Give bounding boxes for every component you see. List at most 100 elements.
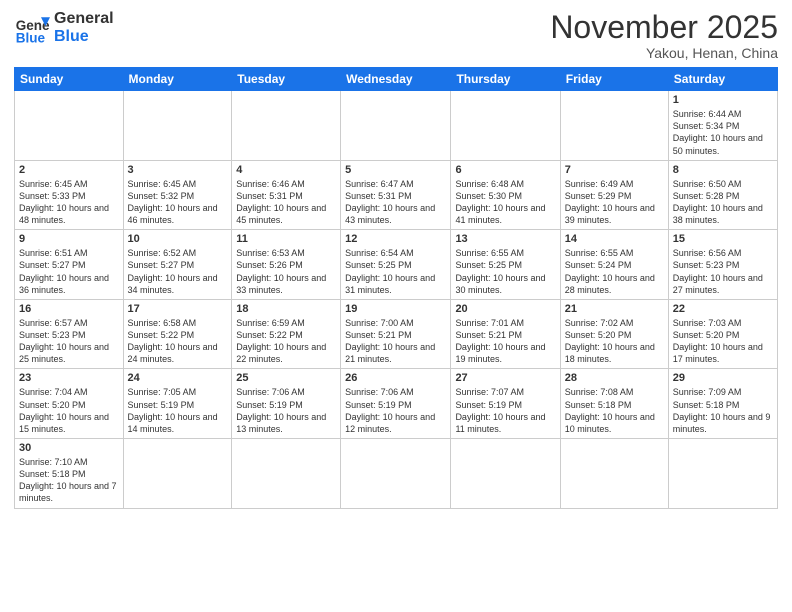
location: Yakou, Henan, China: [550, 45, 778, 61]
calendar-cell: [560, 91, 668, 161]
day-info: Sunrise: 7:05 AM Sunset: 5:19 PM Dayligh…: [128, 386, 228, 435]
calendar-cell: 2 Sunrise: 6:45 AM Sunset: 5:33 PM Daylig…: [15, 160, 124, 230]
calendar-cell: 8 Sunrise: 6:50 AM Sunset: 5:28 PM Daylig…: [668, 160, 777, 230]
calendar-week-row: 9Sunrise: 6:51 AM Sunset: 5:27 PM Daylig…: [15, 230, 778, 300]
calendar-week-row: 1 Sunrise: 6:44 AM Sunset: 5:34 PM Daylig…: [15, 91, 778, 161]
day-info: Sunrise: 7:03 AM Sunset: 5:20 PM Dayligh…: [673, 317, 773, 366]
calendar-cell: 29Sunrise: 7:09 AM Sunset: 5:18 PM Dayli…: [668, 369, 777, 439]
day-info: Sunrise: 7:04 AM Sunset: 5:20 PM Dayligh…: [19, 386, 119, 435]
day-number: 2: [19, 164, 119, 176]
svg-text:Blue: Blue: [16, 30, 46, 45]
day-number: 13: [455, 233, 555, 245]
day-number: 1: [673, 94, 773, 106]
day-number: 20: [455, 303, 555, 315]
day-number: 29: [673, 372, 773, 384]
day-info: Sunrise: 7:06 AM Sunset: 5:19 PM Dayligh…: [236, 386, 336, 435]
calendar-header-saturday: Saturday: [668, 68, 777, 91]
day-number: 27: [455, 372, 555, 384]
calendar-header-wednesday: Wednesday: [341, 68, 451, 91]
calendar-header-friday: Friday: [560, 68, 668, 91]
day-number: 21: [565, 303, 664, 315]
day-info: Sunrise: 6:54 AM Sunset: 5:25 PM Dayligh…: [345, 247, 446, 296]
day-info: Sunrise: 6:50 AM Sunset: 5:28 PM Dayligh…: [673, 178, 773, 227]
calendar-cell: 11Sunrise: 6:53 AM Sunset: 5:26 PM Dayli…: [232, 230, 341, 300]
day-number: 10: [128, 233, 228, 245]
calendar-cell: 10Sunrise: 6:52 AM Sunset: 5:27 PM Dayli…: [123, 230, 232, 300]
day-info: Sunrise: 6:45 AM Sunset: 5:32 PM Dayligh…: [128, 178, 228, 227]
calendar-cell: 17 Sunrise: 6:58 AM Sunset: 5:22 PM Dayli…: [123, 299, 232, 369]
day-info: Sunrise: 6:46 AM Sunset: 5:31 PM Dayligh…: [236, 178, 336, 227]
calendar-cell: 1 Sunrise: 6:44 AM Sunset: 5:34 PM Daylig…: [668, 91, 777, 161]
day-number: 12: [345, 233, 446, 245]
calendar-week-row: 2 Sunrise: 6:45 AM Sunset: 5:33 PM Daylig…: [15, 160, 778, 230]
day-number: 16: [19, 303, 119, 315]
day-info: Sunrise: 6:45 AM Sunset: 5:33 PM Dayligh…: [19, 178, 119, 227]
calendar-cell: [341, 439, 451, 509]
calendar-cell: 26 Sunrise: 7:06 AM Sunset: 5:19 PM Dayli…: [341, 369, 451, 439]
logo-icon: General Blue: [14, 10, 50, 46]
day-number: 7: [565, 164, 664, 176]
day-info: Sunrise: 7:00 AM Sunset: 5:21 PM Dayligh…: [345, 317, 446, 366]
calendar: SundayMondayTuesdayWednesdayThursdayFrid…: [14, 67, 778, 508]
day-info: Sunrise: 6:58 AM Sunset: 5:22 PM Dayligh…: [128, 317, 228, 366]
calendar-cell: [560, 439, 668, 509]
day-info: Sunrise: 6:53 AM Sunset: 5:26 PM Dayligh…: [236, 247, 336, 296]
calendar-cell: [123, 91, 232, 161]
calendar-header-tuesday: Tuesday: [232, 68, 341, 91]
calendar-header-monday: Monday: [123, 68, 232, 91]
calendar-cell: 18 Sunrise: 6:59 AM Sunset: 5:22 PM Dayli…: [232, 299, 341, 369]
calendar-cell: 28Sunrise: 7:08 AM Sunset: 5:18 PM Dayli…: [560, 369, 668, 439]
calendar-cell: [232, 439, 341, 509]
calendar-cell: 22 Sunrise: 7:03 AM Sunset: 5:20 PM Dayli…: [668, 299, 777, 369]
calendar-cell: 5Sunrise: 6:47 AM Sunset: 5:31 PM Daylig…: [341, 160, 451, 230]
calendar-cell: [123, 439, 232, 509]
day-number: 22: [673, 303, 773, 315]
day-info: Sunrise: 6:55 AM Sunset: 5:24 PM Dayligh…: [565, 247, 664, 296]
calendar-cell: 6Sunrise: 6:48 AM Sunset: 5:30 PM Daylig…: [451, 160, 560, 230]
day-number: 24: [128, 372, 228, 384]
calendar-week-row: 23 Sunrise: 7:04 AM Sunset: 5:20 PM Dayli…: [15, 369, 778, 439]
day-info: Sunrise: 6:44 AM Sunset: 5:34 PM Dayligh…: [673, 108, 773, 157]
day-info: Sunrise: 6:59 AM Sunset: 5:22 PM Dayligh…: [236, 317, 336, 366]
day-number: 3: [128, 164, 228, 176]
calendar-cell: 20Sunrise: 7:01 AM Sunset: 5:21 PM Dayli…: [451, 299, 560, 369]
logo-blue: Blue: [54, 28, 114, 46]
day-number: 17: [128, 303, 228, 315]
day-info: Sunrise: 6:49 AM Sunset: 5:29 PM Dayligh…: [565, 178, 664, 227]
day-number: 18: [236, 303, 336, 315]
day-number: 26: [345, 372, 446, 384]
calendar-cell: [451, 439, 560, 509]
calendar-cell: [15, 91, 124, 161]
calendar-cell: 13Sunrise: 6:55 AM Sunset: 5:25 PM Dayli…: [451, 230, 560, 300]
day-number: 8: [673, 164, 773, 176]
day-info: Sunrise: 7:02 AM Sunset: 5:20 PM Dayligh…: [565, 317, 664, 366]
header: General Blue General Blue November 2025 …: [14, 10, 778, 61]
calendar-cell: 12 Sunrise: 6:54 AM Sunset: 5:25 PM Dayli…: [341, 230, 451, 300]
calendar-cell: 25 Sunrise: 7:06 AM Sunset: 5:19 PM Dayli…: [232, 369, 341, 439]
day-info: Sunrise: 7:08 AM Sunset: 5:18 PM Dayligh…: [565, 386, 664, 435]
calendar-cell: 23 Sunrise: 7:04 AM Sunset: 5:20 PM Dayli…: [15, 369, 124, 439]
calendar-cell: 14Sunrise: 6:55 AM Sunset: 5:24 PM Dayli…: [560, 230, 668, 300]
day-info: Sunrise: 7:07 AM Sunset: 5:19 PM Dayligh…: [455, 386, 555, 435]
calendar-cell: [232, 91, 341, 161]
day-number: 23: [19, 372, 119, 384]
day-info: Sunrise: 6:57 AM Sunset: 5:23 PM Dayligh…: [19, 317, 119, 366]
calendar-cell: [668, 439, 777, 509]
day-info: Sunrise: 6:47 AM Sunset: 5:31 PM Dayligh…: [345, 178, 446, 227]
day-info: Sunrise: 6:48 AM Sunset: 5:30 PM Dayligh…: [455, 178, 555, 227]
calendar-week-row: 30Sunrise: 7:10 AM Sunset: 5:18 PM Dayli…: [15, 439, 778, 509]
day-number: 30: [19, 442, 119, 454]
calendar-cell: 30Sunrise: 7:10 AM Sunset: 5:18 PM Dayli…: [15, 439, 124, 509]
day-number: 15: [673, 233, 773, 245]
title-block: November 2025 Yakou, Henan, China: [550, 10, 778, 61]
day-number: 25: [236, 372, 336, 384]
calendar-header-thursday: Thursday: [451, 68, 560, 91]
calendar-week-row: 16 Sunrise: 6:57 AM Sunset: 5:23 PM Dayli…: [15, 299, 778, 369]
calendar-header-row: SundayMondayTuesdayWednesdayThursdayFrid…: [15, 68, 778, 91]
day-info: Sunrise: 7:06 AM Sunset: 5:19 PM Dayligh…: [345, 386, 446, 435]
calendar-cell: [451, 91, 560, 161]
calendar-cell: 16 Sunrise: 6:57 AM Sunset: 5:23 PM Dayli…: [15, 299, 124, 369]
logo: General Blue General Blue: [14, 10, 114, 46]
day-number: 9: [19, 233, 119, 245]
month-title: November 2025: [550, 10, 778, 45]
